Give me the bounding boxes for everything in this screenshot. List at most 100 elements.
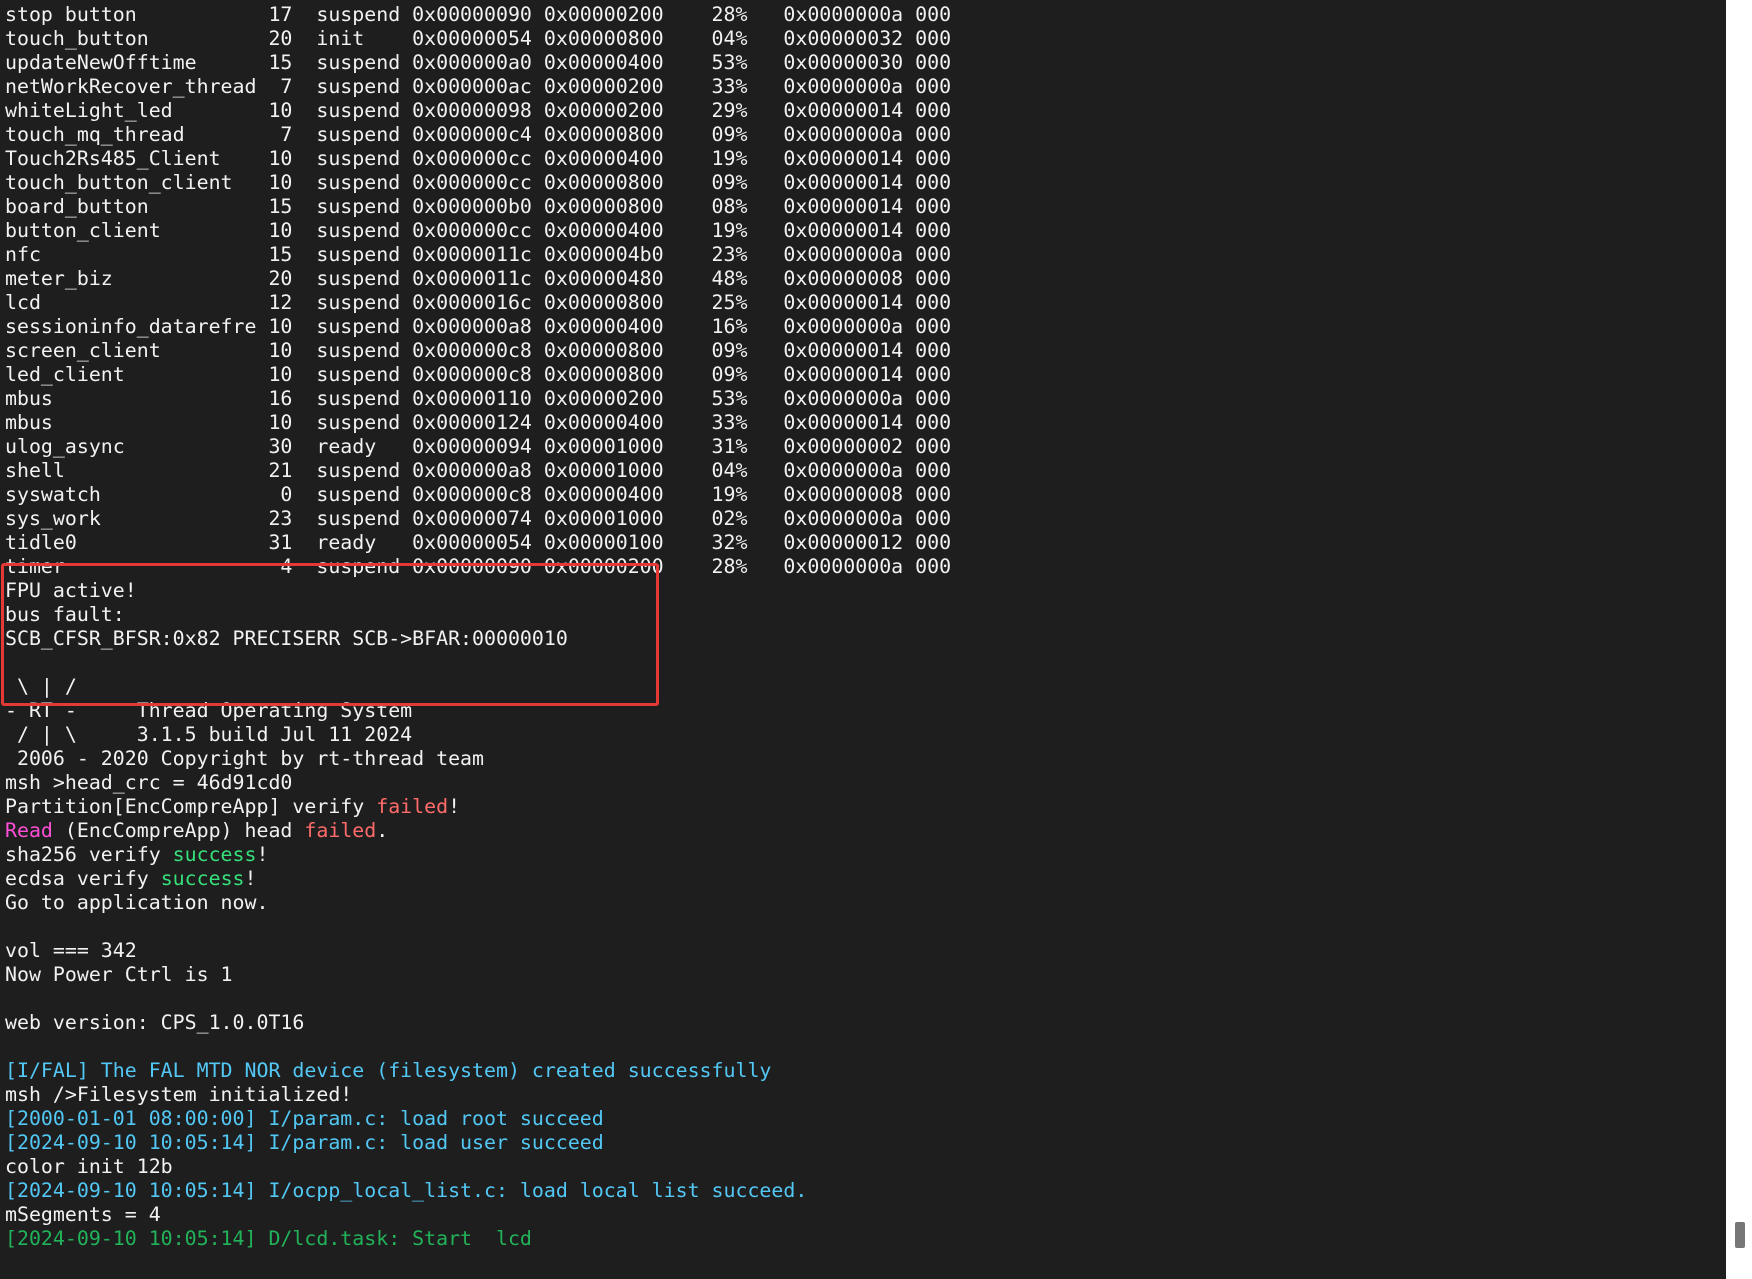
terminal-line: updateNewOfftime 15 suspend 0x000000a0 0… xyxy=(5,51,1720,75)
terminal-line: / | \ 3.1.5 build Jul 11 2024 xyxy=(5,723,1720,747)
terminal-line: [2024-09-10 10:05:14] I/ocpp_local_list.… xyxy=(5,1179,1720,1203)
terminal-text: ! xyxy=(256,843,269,866)
screen: stop button 17 suspend 0x00000090 0x0000… xyxy=(0,0,1752,1279)
terminal-line: [2024-09-10 10:05:14] D/lcd.task: Start … xyxy=(5,1227,1720,1251)
terminal-line: [2024-09-10 10:05:14] I/param.c: load us… xyxy=(5,1131,1720,1155)
terminal-text: stop button 17 suspend 0x00000090 0x0000… xyxy=(5,3,952,26)
terminal-line: touch_button 20 init 0x00000054 0x000008… xyxy=(5,27,1720,51)
terminal-line: Now Power Ctrl is 1 xyxy=(5,963,1720,987)
terminal-line: Touch2Rs485_Client 10 suspend 0x000000cc… xyxy=(5,147,1720,171)
terminal-text: Partition[EncCompreApp] verify xyxy=(5,795,377,818)
terminal-line: nfc 15 suspend 0x0000011c 0x000004b0 23%… xyxy=(5,243,1720,267)
terminal-text: touch_button_client 10 suspend 0x000000c… xyxy=(5,171,952,194)
terminal-text: button_client 10 suspend 0x000000cc 0x00… xyxy=(5,219,952,242)
terminal-line: Partition[EncCompreApp] verify failed! xyxy=(5,795,1720,819)
terminal-text: ! xyxy=(244,867,257,890)
terminal-text: syswatch 0 suspend 0x000000c8 0x00000400… xyxy=(5,483,952,506)
terminal-text: FPU active! xyxy=(5,579,137,602)
terminal-text: [2024-09-10 10:05:14] I/param.c: load us… xyxy=(5,1131,604,1154)
terminal-text: msh >head_crc = 46d91cd0 xyxy=(5,771,293,794)
terminal-line: sys_work 23 suspend 0x00000074 0x0000100… xyxy=(5,507,1720,531)
terminal-line: screen_client 10 suspend 0x000000c8 0x00… xyxy=(5,339,1720,363)
terminal-text: failed xyxy=(376,795,449,818)
terminal-text: Go to application now. xyxy=(5,891,269,914)
terminal-text: whiteLight_led 10 suspend 0x00000098 0x0… xyxy=(5,99,952,122)
terminal-line: mbus 10 suspend 0x00000124 0x00000400 33… xyxy=(5,411,1720,435)
terminal-line: touch_button_client 10 suspend 0x000000c… xyxy=(5,171,1720,195)
terminal-text: vol === 342 xyxy=(5,939,137,962)
terminal-text: \ | / xyxy=(5,675,77,698)
terminal-line: mSegments = 4 xyxy=(5,1203,1720,1227)
terminal-text: color init 12b xyxy=(5,1155,173,1178)
terminal-text: bus fault: xyxy=(5,603,125,626)
terminal-line: led_client 10 suspend 0x000000c8 0x00000… xyxy=(5,363,1720,387)
terminal-line: 2006 - 2020 Copyright by rt-thread team xyxy=(5,747,1720,771)
terminal-line: sessioninfo_datarefre 10 suspend 0x00000… xyxy=(5,315,1720,339)
terminal-text: screen_client 10 suspend 0x000000c8 0x00… xyxy=(5,339,952,362)
terminal-text: success xyxy=(160,867,245,890)
terminal-text: updateNewOfftime 15 suspend 0x000000a0 0… xyxy=(5,51,952,74)
vertical-scrollbar[interactable] xyxy=(1726,0,1752,1279)
terminal-text: web version: CPS_1.0.0T16 xyxy=(5,1011,305,1034)
terminal-text: [2024-09-10 10:05:14] I/ocpp_local_list.… xyxy=(5,1179,808,1202)
terminal-text: timer 4 suspend 0x00000090 0x00000200 28… xyxy=(5,555,952,578)
terminal-line: lcd 12 suspend 0x0000016c 0x00000800 25%… xyxy=(5,291,1720,315)
terminal-line: - RT - Thread Operating System xyxy=(5,699,1720,723)
terminal-line: msh />Filesystem initialized! xyxy=(5,1083,1720,1107)
terminal-line: button_client 10 suspend 0x000000cc 0x00… xyxy=(5,219,1720,243)
terminal-window[interactable]: stop button 17 suspend 0x00000090 0x0000… xyxy=(0,0,1726,1279)
terminal-text: meter_biz 20 suspend 0x0000011c 0x000004… xyxy=(5,267,952,290)
terminal-line: board_button 15 suspend 0x000000b0 0x000… xyxy=(5,195,1720,219)
terminal-line: ecdsa verify success! xyxy=(5,867,1720,891)
terminal-text: Touch2Rs485_Client 10 suspend 0x000000cc… xyxy=(5,147,952,170)
terminal-text: led_client 10 suspend 0x000000c8 0x00000… xyxy=(5,363,952,386)
terminal-text: mbus 16 suspend 0x00000110 0x00000200 53… xyxy=(5,387,952,410)
scrollbar-thumb[interactable] xyxy=(1735,1222,1745,1248)
terminal-line: Go to application now. xyxy=(5,891,1720,915)
terminal-text: [2024-09-10 10:05:14] D/lcd.task: Start … xyxy=(5,1227,532,1250)
terminal-line: tidle0 31 ready 0x00000054 0x00000100 32… xyxy=(5,531,1720,555)
terminal-text: [I/FAL] The FAL MTD NOR device (filesyst… xyxy=(5,1059,772,1082)
terminal-text: tidle0 31 ready 0x00000054 0x00000100 32… xyxy=(5,531,952,554)
terminal-text: lcd 12 suspend 0x0000016c 0x00000800 25%… xyxy=(5,291,952,314)
terminal-text: ecdsa verify xyxy=(5,867,161,890)
terminal-text: Now Power Ctrl is 1 xyxy=(5,963,233,986)
terminal-line: ulog_async 30 ready 0x00000094 0x0000100… xyxy=(5,435,1720,459)
terminal-line: meter_biz 20 suspend 0x0000011c 0x000004… xyxy=(5,267,1720,291)
terminal-text: sessioninfo_datarefre 10 suspend 0x00000… xyxy=(5,315,952,338)
terminal-text: nfc 15 suspend 0x0000011c 0x000004b0 23%… xyxy=(5,243,952,266)
terminal-line: [I/FAL] The FAL MTD NOR device (filesyst… xyxy=(5,1059,1720,1083)
terminal-text: touch_mq_thread 7 suspend 0x000000c4 0x0… xyxy=(5,123,952,146)
terminal-line: timer 4 suspend 0x00000090 0x00000200 28… xyxy=(5,555,1720,579)
terminal-text: board_button 15 suspend 0x000000b0 0x000… xyxy=(5,195,952,218)
terminal-line: vol === 342 xyxy=(5,939,1720,963)
terminal-text: Read xyxy=(5,819,53,842)
terminal-text: SCB_CFSR_BFSR:0x82 PRECISERR SCB->BFAR:0… xyxy=(5,627,568,650)
terminal-line: web version: CPS_1.0.0T16 xyxy=(5,1011,1720,1035)
terminal-line: color init 12b xyxy=(5,1155,1720,1179)
terminal-line: msh >head_crc = 46d91cd0 xyxy=(5,771,1720,795)
terminal-line: shell 21 suspend 0x000000a8 0x00001000 0… xyxy=(5,459,1720,483)
terminal-line: touch_mq_thread 7 suspend 0x000000c4 0x0… xyxy=(5,123,1720,147)
terminal-line: \ | / xyxy=(5,675,1720,699)
terminal-line: stop button 17 suspend 0x00000090 0x0000… xyxy=(5,3,1720,27)
terminal-line: mbus 16 suspend 0x00000110 0x00000200 53… xyxy=(5,387,1720,411)
terminal-text: shell 21 suspend 0x000000a8 0x00001000 0… xyxy=(5,459,952,482)
terminal-line: [2000-01-01 08:00:00] I/param.c: load ro… xyxy=(5,1107,1720,1131)
terminal-text: sys_work 23 suspend 0x00000074 0x0000100… xyxy=(5,507,952,530)
terminal-text: netWorkRecover_thread 7 suspend 0x000000… xyxy=(5,75,952,98)
terminal-text: [2000-01-01 08:00:00] I/param.c: load ro… xyxy=(5,1107,604,1130)
terminal-line: syswatch 0 suspend 0x000000c8 0x00000400… xyxy=(5,483,1720,507)
terminal-output: stop button 17 suspend 0x00000090 0x0000… xyxy=(5,3,1720,1251)
terminal-line: SCB_CFSR_BFSR:0x82 PRECISERR SCB->BFAR:0… xyxy=(5,627,1720,651)
terminal-text: / | \ 3.1.5 build Jul 11 2024 xyxy=(5,723,413,746)
terminal-line: whiteLight_led 10 suspend 0x00000098 0x0… xyxy=(5,99,1720,123)
terminal-line: sha256 verify success! xyxy=(5,843,1720,867)
terminal-text: . xyxy=(376,819,389,842)
terminal-line: Read (EncCompreApp) head failed. xyxy=(5,819,1720,843)
terminal-text: 2006 - 2020 Copyright by rt-thread team xyxy=(5,747,485,770)
